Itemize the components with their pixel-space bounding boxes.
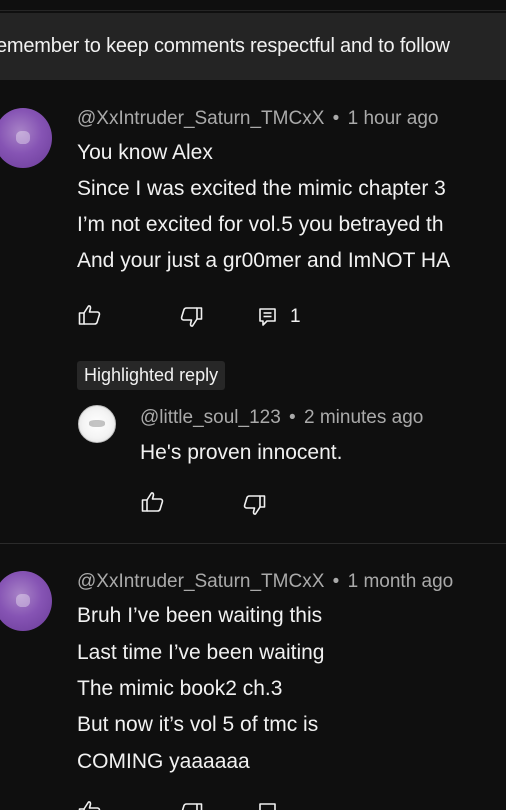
header-separator: • bbox=[289, 407, 296, 428]
reply-text: He's proven innocent. bbox=[140, 441, 343, 464]
comment-author[interactable]: @XxIntruder_Saturn_TMCxX bbox=[77, 571, 324, 592]
thumbs-up-icon[interactable] bbox=[78, 800, 102, 810]
comment-line: Last time I’ve been waiting bbox=[77, 641, 325, 664]
comment-line: Since I was excited the mimic chapter 3 bbox=[77, 177, 446, 200]
reply-header: @little_soul_123 • 2 minutes ago bbox=[140, 407, 423, 429]
comment-reply-icon[interactable] bbox=[258, 802, 278, 810]
comment-header: @XxIntruder_Saturn_TMCxX • 1 hour ago bbox=[77, 108, 438, 130]
reply-count: 1 bbox=[290, 306, 301, 327]
comment-line: And your just a gr00mer and ImNOT HA bbox=[77, 249, 451, 272]
reply-avatar[interactable] bbox=[78, 405, 116, 443]
avatar[interactable] bbox=[0, 571, 52, 631]
comment-body: You know Alex Since I was excited the mi… bbox=[0, 138, 506, 288]
reply-like-button[interactable] bbox=[141, 491, 165, 513]
reply-dislike-button[interactable] bbox=[242, 494, 266, 516]
notice-text: emember to keep comments respectful and … bbox=[0, 35, 450, 57]
reply-button[interactable]: 1 bbox=[258, 306, 301, 328]
dislike-button[interactable] bbox=[179, 306, 203, 328]
highlighted-reply-badge: Highlighted reply bbox=[77, 361, 226, 390]
comment-line: COMING yaaaaaa bbox=[77, 750, 250, 773]
reply-author[interactable]: @little_soul_123 bbox=[140, 407, 281, 428]
comment-line: The mimic book2 ch.3 bbox=[77, 677, 283, 700]
comment-line: Bruh I’ve been waiting this bbox=[77, 604, 323, 627]
comment-time[interactable]: 1 hour ago bbox=[348, 108, 439, 129]
comment-reply-icon bbox=[258, 307, 278, 327]
thumbs-down-icon bbox=[242, 494, 266, 516]
action-row-partial bbox=[0, 798, 506, 810]
comment-author[interactable]: @XxIntruder_Saturn_TMCxX bbox=[77, 108, 324, 129]
comment-header: @XxIntruder_Saturn_TMCxX • 1 month ago bbox=[77, 571, 453, 593]
thumbs-down-icon bbox=[179, 306, 203, 328]
header-separator: • bbox=[332, 571, 340, 592]
thumbs-up-icon bbox=[78, 304, 102, 326]
thumbs-up-icon bbox=[141, 491, 165, 513]
comment-line: I’m not excited for vol.5 you betrayed t… bbox=[77, 213, 444, 236]
thread-divider bbox=[0, 543, 506, 544]
comment-line: You know Alex bbox=[77, 141, 213, 164]
header-separator: • bbox=[332, 108, 340, 129]
thumbs-down-icon[interactable] bbox=[179, 802, 203, 810]
reply-time[interactable]: 2 minutes ago bbox=[304, 407, 423, 428]
comment-time[interactable]: 1 month ago bbox=[348, 571, 454, 592]
top-divider bbox=[0, 0, 506, 11]
like-button[interactable] bbox=[78, 304, 102, 326]
community-guidelines-notice: emember to keep comments respectful and … bbox=[0, 13, 506, 80]
comment-line: But now it’s vol 5 of tmc is bbox=[77, 713, 319, 736]
